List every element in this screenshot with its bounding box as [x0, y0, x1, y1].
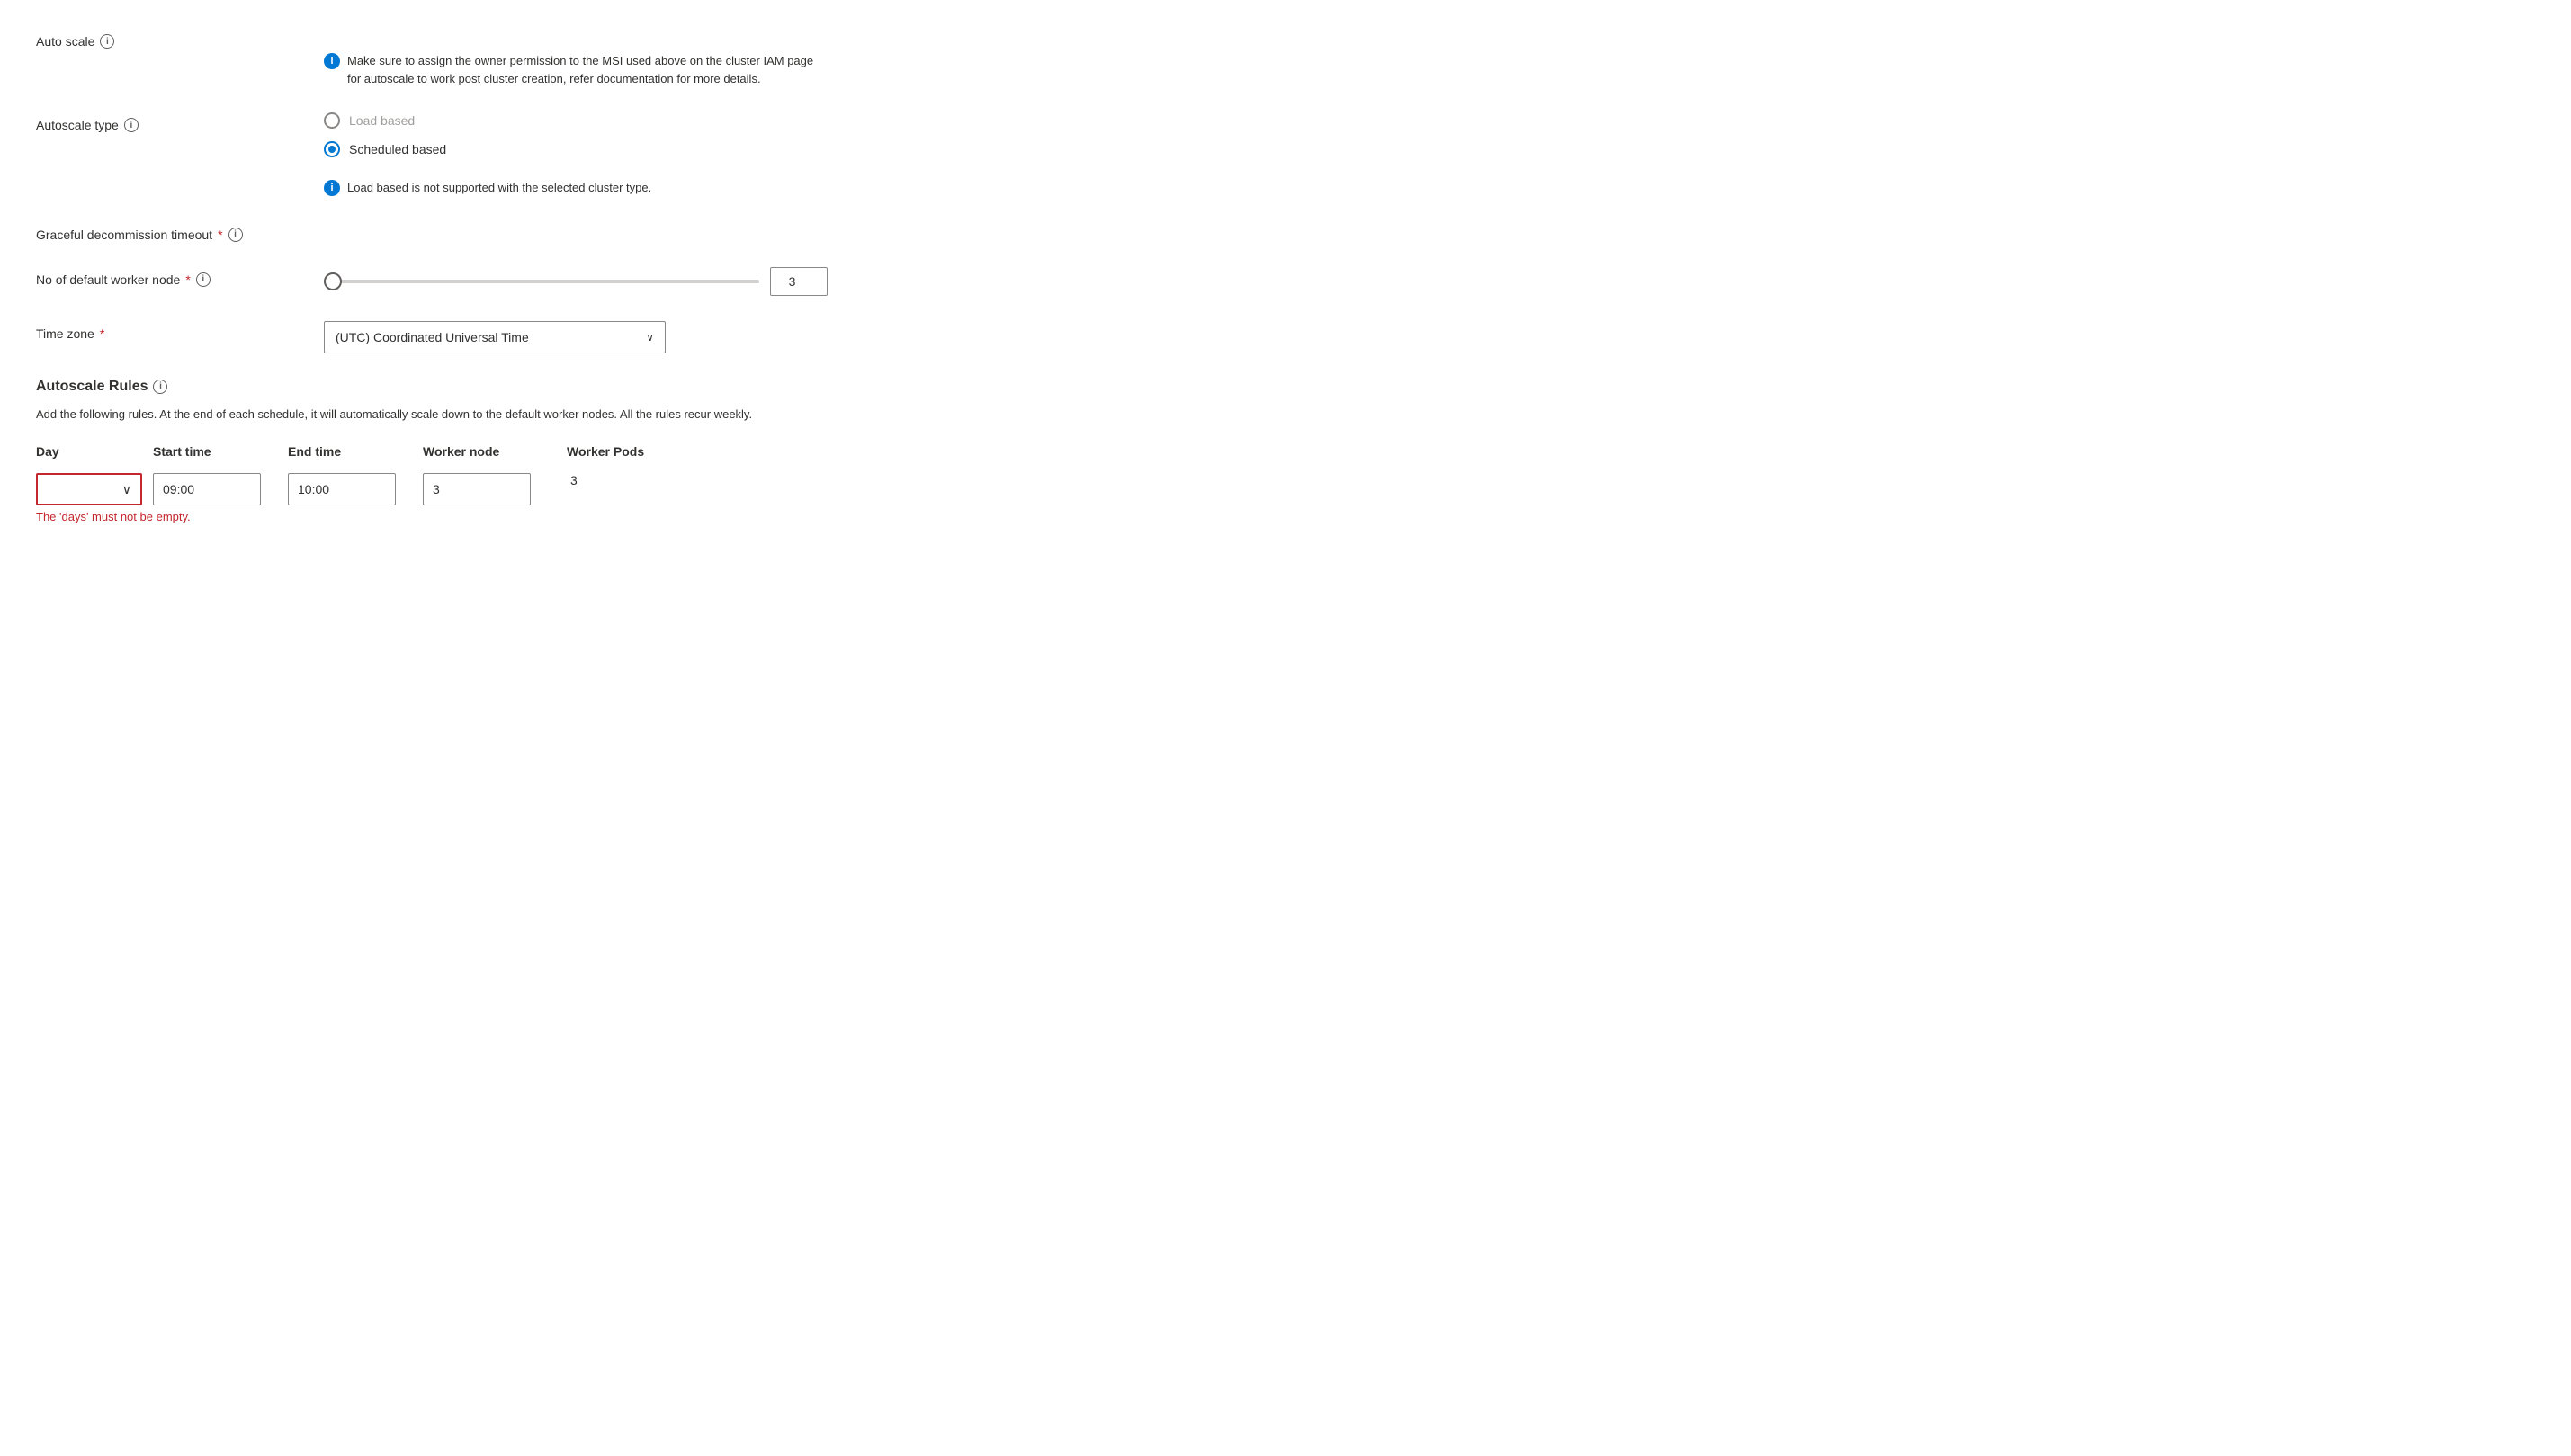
cell-start-time — [153, 473, 288, 505]
start-time-input[interactable] — [153, 473, 261, 505]
col-header-start: Start time — [153, 444, 288, 466]
day-dropdown[interactable]: ∨ — [36, 473, 142, 505]
autoscale-rules-title-text: Autoscale Rules — [36, 379, 148, 395]
timezone-dropdown-value: (UTC) Coordinated Universal Time — [336, 330, 529, 344]
graceful-decommission-control — [324, 222, 846, 237]
auto-scale-info-box: i Make sure to assign the owner permissi… — [324, 52, 828, 87]
table-header-row: Day Start time End time Worker node Work… — [36, 444, 756, 466]
col-header-end: End time — [288, 444, 423, 466]
timezone-label-text: Time zone — [36, 326, 94, 341]
radio-load-based-input — [324, 112, 340, 129]
cell-end-time — [288, 473, 423, 505]
worker-slider-value-input[interactable]: 3 — [770, 267, 828, 296]
worker-slider-thumb[interactable] — [324, 272, 342, 290]
timezone-label: Time zone * — [36, 321, 324, 341]
worker-slider-track — [324, 280, 759, 283]
radio-scheduled-dot — [328, 146, 336, 153]
autoscale-type-radio-group: Load based Scheduled based i Load based … — [324, 112, 846, 197]
timezone-control: (UTC) Coordinated Universal Time ∨ — [324, 321, 846, 353]
worker-slider-container: 3 — [324, 267, 828, 296]
radio-scheduled-based-input — [324, 141, 340, 157]
autoscale-type-warning-box: i Load based is not supported with the s… — [324, 179, 828, 197]
graceful-decommission-label-text: Graceful decommission timeout — [36, 228, 212, 242]
day-error-text: The 'days' must not be empty. — [36, 509, 756, 525]
auto-scale-control: i Make sure to assign the owner permissi… — [324, 29, 846, 87]
auto-scale-label: Auto scale i — [36, 29, 324, 49]
default-worker-info-icon[interactable]: i — [196, 272, 211, 287]
worker-node-input[interactable] — [423, 473, 531, 505]
day-error-container: The 'days' must not be empty. — [36, 509, 756, 525]
day-chevron-icon: ∨ — [122, 482, 131, 497]
timezone-chevron-icon: ∨ — [646, 331, 654, 344]
graceful-decommission-thumb — [327, 225, 343, 241]
auto-scale-info-icon[interactable]: i — [100, 34, 114, 49]
autoscale-rules-section: Autoscale Rules i Add the following rule… — [36, 379, 846, 526]
col-header-day: Day — [36, 444, 153, 466]
autoscale-type-info-icon[interactable]: i — [124, 118, 139, 132]
radio-load-based-label: Load based — [349, 113, 415, 128]
radio-scheduled-based-label: Scheduled based — [349, 142, 446, 156]
autoscale-type-control: Load based Scheduled based i Load based … — [324, 112, 846, 197]
default-worker-row: No of default worker node * i 3 — [36, 267, 846, 296]
radio-load-based[interactable]: Load based — [324, 112, 846, 129]
col-header-worker: Worker node — [423, 444, 567, 466]
autoscale-rules-description: Add the following rules. At the end of e… — [36, 406, 846, 424]
autoscale-rules-title: Autoscale Rules i — [36, 379, 846, 395]
autoscale-type-label-text: Autoscale type — [36, 118, 119, 132]
cell-worker-node — [423, 473, 567, 505]
autoscale-rules-table: Day Start time End time Worker node Work… — [36, 444, 756, 525]
timezone-row: Time zone * (UTC) Coordinated Universal … — [36, 321, 846, 353]
autoscale-type-row: Autoscale type i Load based Scheduled ba… — [36, 112, 846, 197]
default-worker-label: No of default worker node * i — [36, 267, 324, 287]
auto-scale-info-circle: i — [324, 53, 340, 69]
timezone-dropdown[interactable]: (UTC) Coordinated Universal Time ∨ — [324, 321, 666, 353]
autoscale-type-warning-icon: i — [324, 180, 340, 196]
table-row: ∨ 3 — [36, 473, 756, 505]
default-worker-control: 3 — [324, 267, 846, 296]
graceful-decommission-row: Graceful decommission timeout * i — [36, 222, 846, 242]
auto-scale-thumb — [348, 31, 364, 48]
default-worker-label-text: No of default worker node — [36, 272, 180, 287]
autoscale-type-warning-text: Load based is not supported with the sel… — [347, 179, 651, 197]
worker-pods-value: 3 — [567, 473, 578, 487]
cell-day: ∨ — [36, 473, 153, 505]
cell-worker-pods: 3 — [567, 473, 675, 487]
auto-scale-info-text: Make sure to assign the owner permission… — [347, 52, 828, 87]
timezone-required: * — [100, 326, 104, 341]
graceful-decommission-required: * — [218, 228, 222, 242]
autoscale-rules-info-icon[interactable]: i — [153, 380, 167, 394]
graceful-decommission-info-icon[interactable]: i — [228, 228, 243, 242]
col-header-pods: Worker Pods — [567, 444, 675, 466]
end-time-input[interactable] — [288, 473, 396, 505]
graceful-decommission-label: Graceful decommission timeout * i — [36, 222, 324, 242]
auto-scale-label-text: Auto scale — [36, 34, 94, 49]
auto-scale-row: Auto scale i i Make sure to assign the o… — [36, 29, 846, 87]
default-worker-required: * — [185, 272, 190, 287]
radio-scheduled-based[interactable]: Scheduled based — [324, 141, 846, 157]
autoscale-type-label: Autoscale type i — [36, 112, 324, 132]
